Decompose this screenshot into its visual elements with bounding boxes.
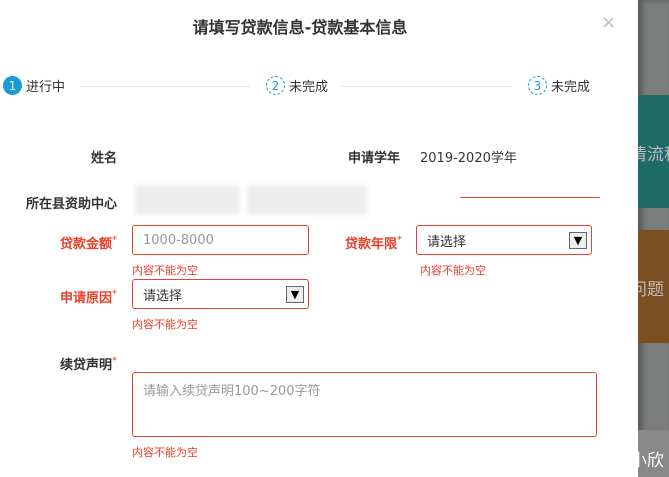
statement-textarea[interactable]: 请输入续贷声明100~200字符	[132, 372, 597, 437]
amount-label: 贷款金额*	[60, 233, 117, 252]
statement-label: 续贷声明*	[60, 354, 117, 373]
step-label: 未完成	[289, 80, 329, 95]
step-1: 1 进行中	[3, 76, 65, 95]
term-select[interactable]: 请选择 ▼	[416, 225, 592, 255]
bg-strip: 小欣	[638, 430, 669, 477]
amount-input[interactable]: 1000-8000	[132, 225, 309, 255]
reason-error: 内容不能为空	[132, 318, 198, 331]
bg-brown-panel: 问题	[638, 230, 669, 343]
amount-error: 内容不能为空	[132, 264, 198, 277]
reason-value: 请选择	[143, 288, 183, 304]
required-mark: *	[112, 355, 117, 367]
reason-label: 申请原因*	[60, 287, 117, 306]
chevron-down-icon: ▼	[286, 285, 304, 303]
required-mark: *	[112, 234, 117, 246]
step-label: 未完成	[551, 80, 591, 95]
step-line	[80, 86, 250, 87]
term-error: 内容不能为空	[420, 264, 486, 277]
chevron-down-icon: ▼	[569, 231, 587, 249]
center-select-blurred[interactable]	[247, 185, 367, 215]
reason-select[interactable]: 请选择 ▼	[132, 279, 309, 309]
center-label: 所在县资助中心	[25, 197, 117, 212]
year-label: 申请学年	[348, 151, 401, 166]
bg-text: 小欣	[638, 451, 664, 471]
term-value: 请选择	[427, 234, 467, 250]
bg-teal-panel: 清流程	[638, 95, 669, 208]
step-line	[340, 86, 512, 87]
center-select-blurred[interactable]	[135, 185, 240, 215]
statement-label-text: 续贷声明	[59, 358, 112, 373]
name-label: 姓名	[90, 151, 117, 166]
year-value: 2019-2020学年	[420, 151, 517, 166]
required-mark: *	[397, 234, 403, 246]
step-label: 进行中	[26, 80, 66, 95]
loan-dialog: 请填写贷款信息-贷款基本信息 × 1 进行中 2 未完成 3 未完成 姓名 申请学年 …	[0, 0, 638, 477]
term-label: 贷款年限*	[345, 233, 402, 252]
required-mark: *	[112, 288, 117, 300]
amount-label-text: 贷款金额	[59, 237, 112, 252]
term-label-text: 贷款年限	[345, 237, 398, 252]
background-page: 清流程 问题 小欣	[638, 0, 669, 477]
step-2: 2 未完成	[266, 76, 328, 95]
statement-error: 内容不能为空	[132, 446, 198, 459]
step-number: 3	[528, 76, 547, 95]
dialog-title: 请填写贷款信息-贷款基本信息	[192, 18, 408, 37]
bg-text: 问题	[638, 280, 664, 300]
close-icon[interactable]: ×	[601, 12, 616, 33]
center-underline	[460, 197, 600, 198]
step-3: 3 未完成	[528, 76, 590, 95]
step-number: 2	[266, 76, 285, 95]
bg-text: 清流程	[638, 145, 669, 165]
reason-label-text: 申请原因	[59, 291, 112, 306]
step-number: 1	[3, 76, 22, 95]
